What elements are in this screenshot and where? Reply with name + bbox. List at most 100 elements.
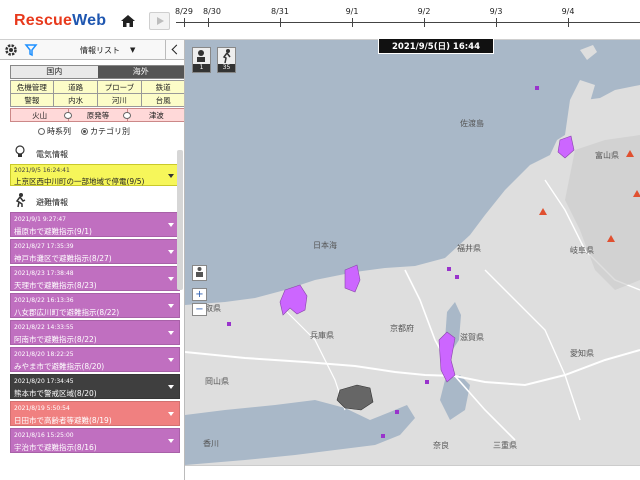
item-text: 八女郡広川町で避難指示(8/22) [14,308,120,317]
evacuation-area [279,284,308,316]
evacuation-layer-button[interactable]: 35 [217,47,236,73]
zoom-out-button[interactable]: − [192,303,207,316]
sort-chronological[interactable]: 時系列 [38,126,71,137]
zoom-in-button[interactable]: + [192,288,207,301]
list-title[interactable]: 情報リスト [80,45,120,56]
map-label: 福井県 [457,244,481,253]
radio-icon[interactable] [38,128,45,135]
map-view[interactable]: 佐渡島 富山県 日本海 福井県 岐阜県 兵庫県 京都府 滋賀県 愛知県 岡山県 … [185,40,640,465]
item-time: 2021/8/23 17:38:48 [14,270,74,277]
list-item[interactable]: 2021/8/16 15:25:00 宇治市で避難指示(8/16) [10,428,180,453]
expand-icon[interactable] [168,250,174,254]
expand-icon[interactable] [168,304,174,308]
lightbulb-icon [12,144,28,160]
item-time: 2021/8/19 5:50:54 [14,405,70,412]
list-item[interactable]: 2021/8/22 14:33:55 阿南市で避難指示(8/22) [10,320,180,345]
tab-overseas[interactable]: 海外 [97,66,184,78]
list-item[interactable]: 2021/9/5 16:24:41 上京区西中川町の一部地域で停電(9/5) [10,164,180,186]
play-button[interactable] [149,12,170,30]
list-item[interactable]: 2021/8/27 17:35:39 神戸市灘区で避難指示(8/27) [10,239,180,264]
map-label: 岐阜県 [570,246,594,255]
item-text: 天理市で避難指示(8/23) [14,281,97,290]
hazard-nuclear[interactable]: 原発等 [68,108,131,122]
item-text: 阿南市で避難指示(8/22) [14,335,97,344]
expand-icon[interactable] [168,358,174,362]
info-list: 電気情報 2021/9/5 16:24:41 上京区西中川町の一部地域で停電(9… [10,140,180,480]
timeline-label: 8/29 [175,7,193,16]
map-label: 富山県 [595,151,619,160]
list-item[interactable]: 2021/8/20 17:34:45 熊本市で警戒区域(8/20) [10,374,180,399]
street-view-button[interactable] [192,265,207,281]
item-text: 上京区西中川町の一部地域で停電(9/5) [14,177,145,186]
list-item[interactable]: 2021/8/23 17:38:48 天理市で避難指示(8/23) [10,266,180,291]
list-item[interactable]: 2021/8/22 16:13:36 八女郡広川町で避難指示(8/22) [10,293,180,318]
section-label: 避難情報 [36,198,68,207]
timeline-label: 9/2 [417,7,431,16]
panel-header: 情報リスト ▼ [0,40,184,60]
category-probe[interactable]: プローブ [97,79,142,94]
map-label: 三重県 [493,441,517,450]
expand-icon[interactable] [168,439,174,443]
item-time: 2021/8/22 16:13:36 [14,297,74,304]
item-text: 熊本市で警戒区域(8/20) [14,389,97,398]
expand-icon[interactable] [168,331,174,335]
item-text: 橿原市で避難指示(9/1) [14,227,92,236]
hazard-label: 火山 [32,111,48,120]
eye-icon[interactable] [122,112,131,119]
category-inland-water[interactable]: 内水 [53,92,98,107]
category-warning[interactable]: 警報 [9,92,55,107]
collapse-panel-button[interactable] [165,40,184,60]
sort-options: 時系列 カテゴリ別 [38,126,130,137]
expand-icon[interactable] [168,277,174,281]
region-tabs: 国内 海外 [10,65,184,79]
timeline-label: 9/3 [489,7,503,16]
radio-selected-icon[interactable] [81,128,88,135]
expand-icon[interactable] [168,412,174,416]
chevron-down-icon[interactable]: ▼ [130,46,135,54]
list-item[interactable]: 2021/8/19 5:50:54 日田市で高齢者等避難(8/19) [10,401,180,426]
map-label: 佐渡島 [460,119,484,128]
timeline[interactable]: 8/29 8/30 8/31 9/1 9/2 9/3 9/4 [175,7,640,28]
map-label: 取県 [205,304,221,313]
gear-icon[interactable] [4,43,18,57]
island [580,45,597,60]
expand-icon[interactable] [168,385,174,389]
badge-count: 35 [218,64,235,72]
timeline-label: 9/1 [345,7,359,16]
item-time: 2021/9/1 9:27:47 [14,216,66,223]
map-label: 愛知県 [570,349,594,358]
item-time: 2021/8/16 15:25:00 [14,432,74,439]
item-time: 2021/8/20 18:22:25 [14,351,74,358]
earthquake-layer-button[interactable]: 1 [192,47,211,73]
app-logo[interactable]: RescueWeb [14,12,106,30]
map-label: 兵庫県 [310,331,334,340]
expand-icon[interactable] [168,174,174,178]
item-time: 2021/8/27 17:35:39 [14,243,74,250]
category-rail[interactable]: 鉄道 [140,79,184,94]
list-item[interactable]: 2021/9/1 9:27:47 橿原市で避難指示(9/1) [10,212,180,237]
list-item[interactable]: 2021/8/20 18:22:25 みやま市で避難指示(8/20) [10,347,180,372]
hazard-volcano[interactable]: 火山 [10,108,73,122]
home-icon[interactable] [120,14,136,28]
alert-marker [447,267,451,271]
category-road[interactable]: 道路 [53,79,98,94]
expand-icon[interactable] [168,223,174,227]
hazard-tsunami[interactable]: 津波 [126,108,184,122]
map-label: 京都府 [390,324,414,333]
tab-domestic[interactable]: 国内 [11,66,98,78]
alert-marker [425,380,429,384]
timeline-label: 8/31 [271,7,289,16]
category-crisis[interactable]: 危機管理 [9,79,55,94]
category-river[interactable]: 河川 [97,92,142,107]
category-grid: 危機管理 道路 プローブ 鉄道 警報 内水 河川 台風 [9,79,184,107]
map-footer [185,465,640,480]
sort-category[interactable]: カテゴリ別 [81,126,130,137]
filter-icon[interactable] [24,43,38,57]
item-text: 日田市で高齢者等避難(8/19) [14,416,112,425]
item-text: 神戸市灘区で避難指示(8/27) [14,254,112,263]
alert-marker [535,86,539,90]
category-typhoon[interactable]: 台風 [140,92,184,107]
top-bar: RescueWeb 8/29 8/30 8/31 9/1 9/2 9/3 9/4 [0,0,640,40]
scrollbar[interactable] [177,150,183,290]
alert-marker [227,322,231,326]
